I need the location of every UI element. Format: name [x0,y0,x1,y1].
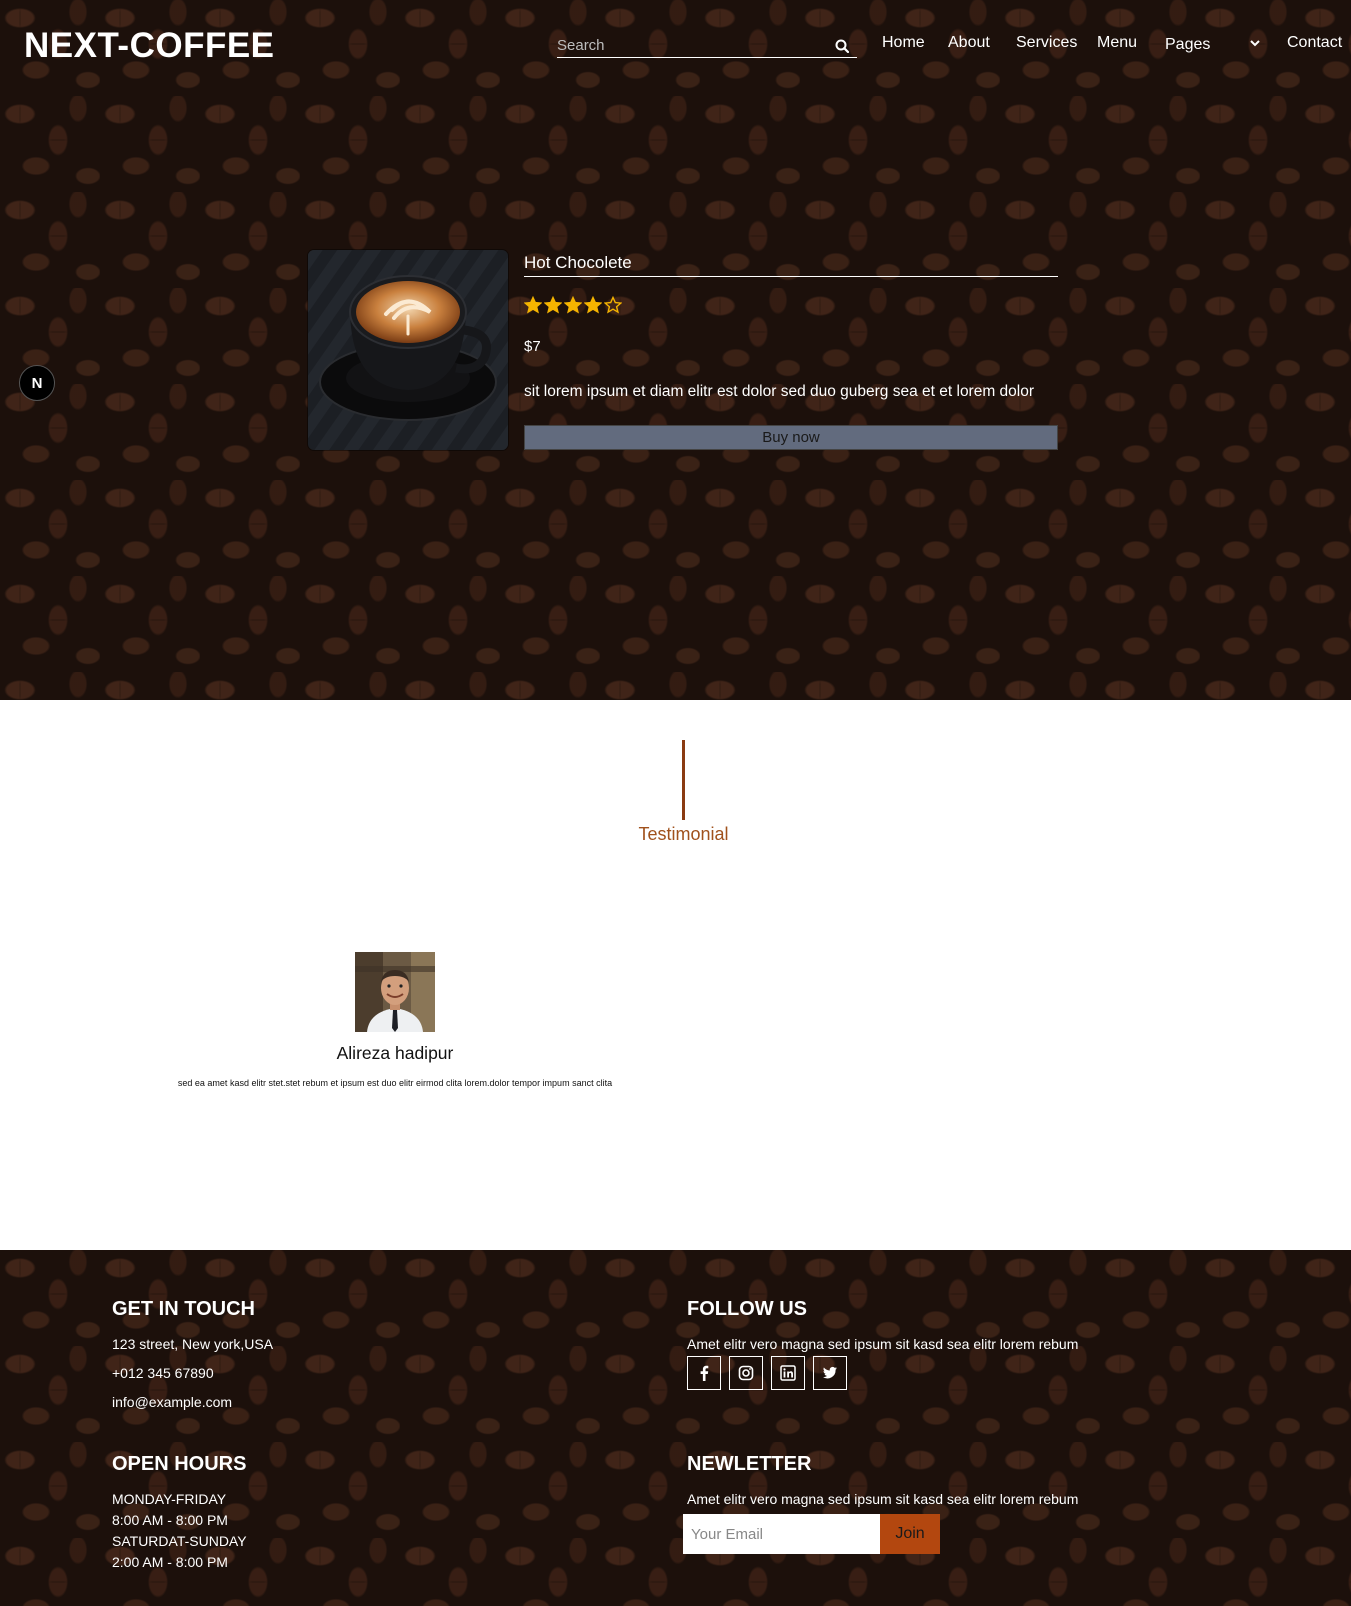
testimonial-name: Alireza hadipur [336,1043,454,1063]
nav-about[interactable]: About [948,34,990,52]
linkedin-icon [780,1365,796,1381]
open-hours-heading: OPEN HOURS [112,1453,247,1475]
facebook-link[interactable] [687,1356,721,1390]
contact-phone: +012 345 67890 [112,1365,214,1381]
product-image [308,250,508,450]
side-badge[interactable]: N [19,365,55,401]
testimonial-heading: Testimonial [638,824,729,844]
section-divider [682,740,685,820]
search-icon[interactable] [835,39,849,53]
buy-now-button[interactable]: Buy now [524,425,1058,450]
star-empty-icon [604,296,622,314]
hours-line: 2:00 AM - 8:00 PM [112,1554,228,1570]
product-rating [524,296,622,314]
nav-menu[interactable]: Menu [1097,34,1137,52]
star-filled-icon [564,296,582,314]
star-filled-icon [544,296,562,314]
follow-us-heading: FOLLOW US [687,1298,807,1320]
twitter-icon [823,1366,837,1379]
newsletter-heading: NEWLETTER [687,1453,812,1475]
linkedin-link[interactable] [771,1356,805,1390]
instagram-icon [738,1365,754,1381]
instagram-link[interactable] [729,1356,763,1390]
product-price: $7 [524,338,541,355]
get-in-touch-heading: GET IN TOUCH [112,1298,255,1320]
search-bar [557,34,857,58]
join-button[interactable]: Join [880,1514,940,1554]
star-filled-icon [584,296,602,314]
nav-services[interactable]: Services [1016,34,1077,52]
nav-home[interactable]: Home [882,34,925,52]
testimonial-quote: sed ea amet kasd elitr stet.stet rebum e… [177,1078,613,1088]
hero-section: NEXT-COFFEE Home About Services Menu Pag… [0,0,1351,700]
newsletter-text: Amet elitr vero magna sed ipsum sit kasd… [687,1491,1079,1507]
contact-address: 123 street, New york,USA [112,1336,274,1352]
chevron-down-icon[interactable] [1249,38,1261,48]
follow-us-text: Amet elitr vero magna sed ipsum sit kasd… [687,1336,1079,1352]
nav-contact[interactable]: Contact [1287,34,1342,52]
hours-line: 8:00 AM - 8:00 PM [112,1512,228,1528]
facebook-icon [700,1365,709,1381]
twitter-link[interactable] [813,1356,847,1390]
nav-pages[interactable]: Pages [1165,36,1210,54]
search-input[interactable] [557,34,817,56]
hours-line: MONDAY-FRIDAY [112,1491,227,1507]
site-logo[interactable]: NEXT-COFFEE [24,26,275,66]
newsletter-email-input[interactable] [683,1514,880,1554]
star-filled-icon [524,296,542,314]
product-title: Hot Chocolete [524,253,1058,277]
hours-line: SATURDAT-SUNDAY [112,1533,247,1549]
product-description: sit lorem ipsum et diam elitr est dolor … [524,383,1035,400]
contact-email[interactable]: info@example.com [112,1394,232,1410]
avatar [355,952,435,1032]
